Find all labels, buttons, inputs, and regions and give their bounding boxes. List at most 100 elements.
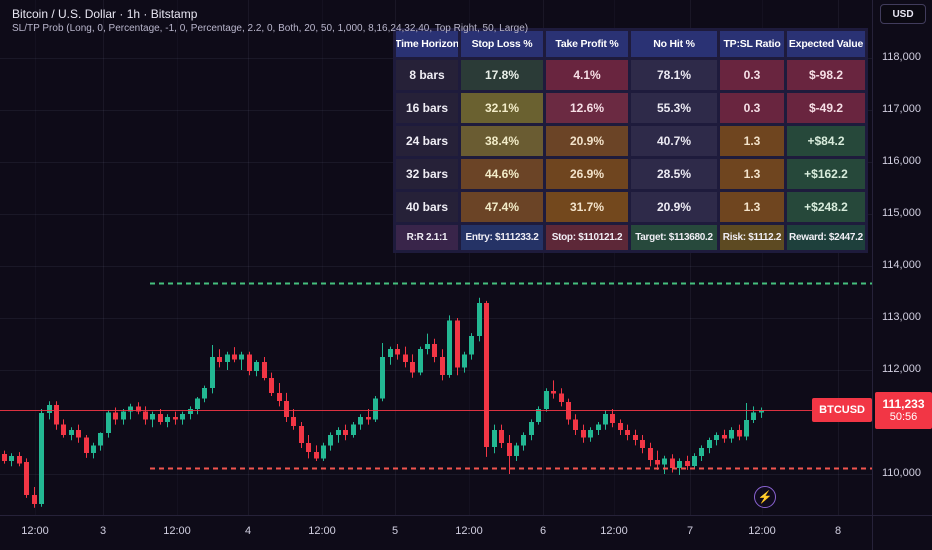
table-header-3: No Hit %	[631, 31, 717, 57]
candle-up	[662, 458, 667, 465]
candle-down	[84, 437, 89, 454]
candle-up	[373, 398, 378, 420]
sltp-probability-table: Time Horizon Stop Loss % Take Profit % No H…	[393, 28, 868, 253]
candle-down	[269, 377, 274, 393]
table-footer-2: Stop: $110121.2	[546, 225, 628, 250]
candle-up	[462, 354, 467, 368]
table-cell-r1c2: 12.6%	[546, 93, 628, 123]
candle-up	[714, 435, 719, 441]
table-cell-r0c2: 4.1%	[546, 60, 628, 90]
candle-down	[277, 392, 282, 402]
candle-down	[737, 429, 742, 437]
table-cell-r0c4: 0.3	[720, 60, 784, 90]
candle-down	[559, 393, 564, 403]
time-tick: 12:00	[748, 525, 776, 537]
last-price-label: 111,233 50:56	[875, 392, 932, 429]
candle-up	[388, 349, 393, 357]
candle-down	[499, 429, 504, 443]
time-tick: 7	[686, 525, 694, 537]
candle-up	[744, 419, 749, 437]
time-tick: 12:00	[163, 525, 191, 537]
candle-down	[581, 429, 586, 438]
candle-up	[9, 455, 14, 461]
boost-lightning-icon[interactable]: ⚡	[754, 486, 776, 508]
price-tick: 112,000	[882, 363, 921, 375]
symbol-tag-label: BTCUSD	[819, 404, 865, 416]
table-cell-r3c2: 26.9%	[546, 159, 628, 189]
symbol-title[interactable]: Bitcoin / U.S. Dollar · 1h · Bitstamp	[12, 7, 528, 22]
table-footer-0: R:R 2.1:1	[396, 225, 458, 250]
candle-down	[551, 390, 556, 394]
indicator-title[interactable]: SL/TP Prob (Long, 0, Percentage, -1, 0, …	[12, 22, 528, 36]
candle-up	[202, 388, 207, 399]
price-tick: 115,000	[882, 207, 921, 219]
candlestick-chart[interactable]: Bitcoin / U.S. Dollar · 1h · Bitstamp SL…	[0, 0, 872, 515]
time-tick: 6	[539, 525, 547, 537]
table-cell-r2c2: 20.9%	[546, 126, 628, 156]
candle-down	[232, 354, 237, 360]
candle-up	[699, 448, 704, 456]
candle-down	[306, 442, 311, 453]
table-footer-5: Reward: $2447.2	[787, 225, 865, 250]
table-header-4: TP:SL Ratio	[720, 31, 784, 57]
candle-down	[54, 404, 59, 425]
candle-up	[469, 336, 474, 355]
candle-up	[588, 429, 593, 438]
candle-up	[447, 320, 452, 376]
candle-up	[69, 429, 74, 435]
table-cell-r2c4: 1.3	[720, 126, 784, 156]
candle-down	[247, 354, 252, 372]
candle-up	[47, 404, 52, 414]
currency-label: USD	[892, 8, 914, 20]
candle-down	[573, 419, 578, 430]
time-tick: 8	[834, 525, 842, 537]
currency-toggle-button[interactable]: USD	[880, 4, 926, 24]
price-tick: 117,000	[882, 103, 921, 115]
table-cell-r0c0: 8 bars	[396, 60, 458, 90]
candle-down	[262, 362, 267, 378]
price-tick: 110,000	[882, 467, 921, 479]
table-cell-r4c0: 40 bars	[396, 192, 458, 222]
price-tick: 113,000	[882, 311, 921, 323]
candle-up	[106, 412, 111, 433]
table-cell-r2c3: 40.7%	[631, 126, 717, 156]
candle-down	[173, 416, 178, 420]
candle-down	[648, 448, 653, 460]
candle-down	[113, 412, 118, 420]
price-tick: 116,000	[882, 155, 921, 167]
candle-down	[640, 440, 645, 448]
candle-up	[321, 445, 326, 459]
table-header-5: Expected Value	[787, 31, 865, 57]
candle-up	[210, 357, 215, 389]
table-cell-r4c5: +$248.2	[787, 192, 865, 222]
time-tick: 12:00	[600, 525, 628, 537]
candle-down	[366, 416, 371, 420]
candle-down	[403, 354, 408, 363]
candle-down	[484, 302, 489, 447]
candle-down	[722, 435, 727, 439]
time-tick: 5	[391, 525, 399, 537]
table-footer-4: Risk: $1112.2	[720, 225, 784, 250]
candle-up	[514, 445, 519, 456]
candle-down	[2, 454, 7, 461]
candle-up	[751, 412, 756, 420]
candle-down	[217, 357, 222, 363]
candle-up	[529, 422, 534, 435]
table-cell-r3c5: +$162.2	[787, 159, 865, 189]
candle-up	[150, 414, 155, 420]
candle-down	[410, 362, 415, 373]
candle-up	[239, 354, 244, 360]
candle-down	[143, 411, 148, 420]
price-axis[interactable]: USD 111,233 50:56 118,000 117,000 116,000 1…	[872, 0, 932, 515]
table-cell-r4c3: 20.9%	[631, 192, 717, 222]
candle-up	[418, 349, 423, 373]
candle-up	[477, 302, 482, 337]
table-cell-r1c5: $-49.2	[787, 93, 865, 123]
candle-up	[336, 429, 341, 435]
candle-up	[180, 414, 185, 420]
time-axis[interactable]: 12:00 3 12:00 4 12:00 5 12:00 6 12:00 7 12:00 8	[0, 515, 872, 550]
time-tick: 12:00	[21, 525, 49, 537]
table-cell-r0c5: $-98.2	[787, 60, 865, 90]
time-tick: 12:00	[308, 525, 336, 537]
candle-down	[440, 357, 445, 376]
